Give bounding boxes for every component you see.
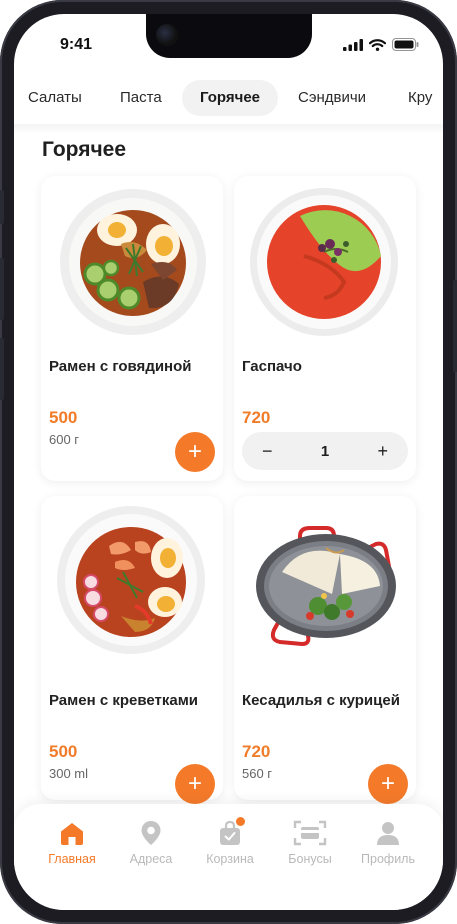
- phone-frame: 9:41 Салаты Паста Горячее Сэндвичи Кру Г…: [0, 0, 457, 924]
- power-button: [453, 280, 457, 372]
- tab-label: Корзина: [206, 852, 254, 866]
- tab-label: Адреса: [129, 852, 173, 866]
- home-icon: [61, 823, 83, 845]
- section-title: Горячее: [42, 138, 127, 161]
- category-pasta[interactable]: Паста: [120, 80, 162, 116]
- bottom-tab-bar: Главная Адреса Корзина Бонусы Профиль: [14, 804, 443, 910]
- minus-button[interactable]: −: [262, 441, 273, 462]
- product-price: 500: [49, 742, 78, 761]
- category-sandwiches[interactable]: Сэндвичи: [298, 80, 366, 116]
- product-price: 720: [242, 408, 271, 427]
- tab-label: Главная: [48, 852, 96, 866]
- gazpacho-image: [250, 188, 398, 336]
- ramen-shrimp-image: [57, 506, 205, 654]
- battery-icon: [392, 38, 419, 51]
- product-card-ramen-beef[interactable]: Рамен с говядиной 500 600 г +: [41, 176, 223, 481]
- product-weight: 560 г: [242, 766, 273, 781]
- wifi-icon: [369, 38, 386, 51]
- quantity-stepper[interactable]: − 1 +: [242, 432, 408, 470]
- cart-notification-dot: [236, 817, 245, 826]
- plus-icon: +: [380, 770, 395, 797]
- product-weight: 300 ml: [49, 766, 89, 781]
- product-price: 720: [242, 742, 271, 761]
- tab-home[interactable]: Главная: [32, 820, 112, 866]
- location-pin-icon: [141, 821, 161, 845]
- product-weight: 600 г: [49, 432, 80, 447]
- status-time: 9:41: [60, 36, 93, 53]
- category-next[interactable]: Кру: [408, 80, 432, 116]
- product-price: 500: [49, 408, 78, 427]
- tab-label: Профиль: [361, 852, 415, 866]
- notch: [146, 14, 312, 58]
- plus-icon: +: [187, 438, 202, 465]
- category-divider: [14, 124, 443, 134]
- tab-bonuses[interactable]: Бонусы: [270, 820, 350, 866]
- product-name: Кесадилья с курицей: [242, 692, 400, 709]
- product-name: Гаспачо: [242, 358, 302, 375]
- plus-icon: +: [187, 770, 202, 797]
- add-to-cart-button[interactable]: +: [175, 432, 215, 472]
- front-camera: [156, 24, 178, 46]
- product-card-quesadilla[interactable]: Кесадилья с курицей 720 560 г +: [234, 496, 416, 804]
- ramen-beef-image: [60, 189, 206, 335]
- add-to-cart-button[interactable]: +: [175, 764, 215, 804]
- status-icons: [343, 38, 419, 51]
- category-salads[interactable]: Салаты: [28, 80, 82, 116]
- tab-addresses[interactable]: Адреса: [111, 820, 191, 866]
- product-name: Рамен с говядиной: [49, 358, 192, 375]
- product-card-gazpacho[interactable]: Гаспачо 720 − 1 +: [234, 176, 416, 481]
- tab-profile[interactable]: Профиль: [348, 820, 428, 866]
- mute-switch: [0, 190, 4, 224]
- quesadilla-image: [256, 526, 396, 647]
- product-card-ramen-shrimp[interactable]: Рамен с креветками 500 300 ml +: [41, 496, 223, 804]
- product-name: Рамен с креветками: [49, 692, 199, 709]
- tab-label: Бонусы: [288, 852, 332, 866]
- category-tabs: Салаты Паста Горячее Сэндвичи Кру: [14, 80, 443, 120]
- tab-cart[interactable]: Корзина: [190, 817, 270, 866]
- volume-down-button: [0, 338, 4, 400]
- plus-button[interactable]: +: [377, 441, 388, 462]
- add-to-cart-button[interactable]: +: [368, 764, 408, 804]
- category-hot[interactable]: Горячее: [182, 80, 279, 116]
- volume-up-button: [0, 258, 4, 320]
- screen: 9:41 Салаты Паста Горячее Сэндвичи Кру Г…: [14, 14, 443, 910]
- user-icon: [377, 822, 399, 845]
- bonus-card-icon: [293, 820, 327, 846]
- quantity-value: 1: [320, 442, 330, 460]
- cellular-signal-icon: [343, 38, 363, 51]
